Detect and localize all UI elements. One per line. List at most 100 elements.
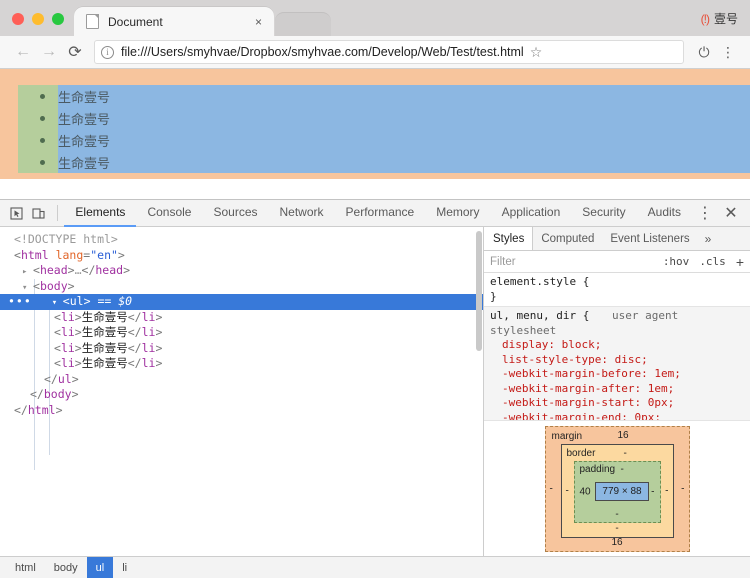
page-info-icon[interactable]: i (101, 46, 114, 59)
css-rules-area: element.style { } ul, menu, dir { user a… (484, 273, 750, 420)
doctype-label: <!DOCTYPE html> (14, 232, 118, 246)
tab-performance[interactable]: Performance (335, 200, 426, 227)
hover-state-button[interactable]: :hov (663, 255, 690, 268)
tab-styles[interactable]: Styles (484, 227, 533, 250)
padding-right-value[interactable]: - (651, 486, 654, 497)
padding-top-value[interactable]: - (621, 464, 624, 475)
back-icon[interactable]: ← (10, 39, 36, 65)
margin-bottom-value[interactable]: 16 (611, 537, 622, 548)
page-unordered-list: 生命壹号 生命壹号 生命壹号 生命壹号 (58, 85, 750, 173)
inspect-element-icon[interactable] (6, 200, 28, 226)
tab-computed[interactable]: Computed (533, 227, 602, 250)
dom-row-li[interactable]: <li>生命壹号</li> (0, 325, 483, 341)
breadcrumb-item-body[interactable]: body (45, 557, 87, 578)
margin-left-value[interactable]: - (550, 483, 553, 494)
css-property: -webkit-margin-end (502, 411, 621, 421)
dom-row-body-open[interactable]: ▾<body> (0, 279, 483, 295)
forward-icon[interactable]: → (36, 39, 62, 65)
css-property: -webkit-margin-before (502, 367, 641, 380)
border-right-value[interactable]: - (665, 485, 668, 496)
new-style-rule-button[interactable]: + (736, 254, 744, 270)
box-model-content[interactable]: 779 × 88 (595, 482, 649, 501)
box-model-border[interactable]: border - - - - padding - - 40 - (561, 444, 674, 538)
browser-tab[interactable]: Document × (74, 7, 274, 36)
bullet-icon (40, 116, 45, 121)
bookmark-star-icon[interactable]: ☆ (530, 44, 543, 61)
more-tabs-icon[interactable]: » (698, 227, 719, 250)
close-window-button[interactable] (12, 13, 24, 25)
css-rule-element-style[interactable]: element.style { } (484, 273, 750, 306)
tab-sources[interactable]: Sources (202, 200, 268, 227)
css-declaration[interactable]: -webkit-margin-after: 1em; (490, 382, 750, 397)
account-area[interactable]: (!) 壹号 (701, 10, 750, 36)
tab-security[interactable]: Security (571, 200, 636, 227)
styles-filter-input[interactable]: Filter (490, 256, 653, 268)
border-bottom-value[interactable]: - (615, 523, 618, 534)
css-value: 0px (648, 396, 668, 409)
dom-row-html-close[interactable]: </html> (0, 403, 483, 419)
dom-tree-scrollbar[interactable] (476, 231, 482, 351)
padding-left-value[interactable]: 40 (580, 486, 591, 497)
close-icon[interactable]: × (251, 14, 266, 30)
list-item: 生命壹号 (58, 129, 750, 151)
tab-network[interactable]: Network (269, 200, 335, 227)
tab-application[interactable]: Application (491, 200, 572, 227)
dom-row-li[interactable]: <li>生命壹号</li> (0, 356, 483, 372)
tab-event-listeners[interactable]: Event Listeners (602, 227, 697, 250)
dom-breadcrumb: html body ul li (0, 556, 750, 578)
element-classes-button[interactable]: .cls (699, 255, 726, 268)
dom-row-doctype[interactable]: <!DOCTYPE html> (0, 232, 483, 248)
open-brace: { (583, 275, 590, 288)
address-bar[interactable]: i file:///Users/smyhvae/Dropbox/smyhvae.… (94, 40, 684, 64)
power-icon[interactable]: ⏻ (692, 40, 716, 64)
css-value: block (562, 338, 595, 351)
dom-row-ul-close[interactable]: </ul> (0, 372, 483, 388)
breadcrumb-item-html[interactable]: html (6, 557, 45, 578)
css-rule-user-agent[interactable]: ul, menu, dir { user agent stylesheet di… (484, 306, 750, 420)
dom-tree-panel: <!DOCTYPE html> <html lang="en"> ▸<head>… (0, 227, 484, 556)
padding-bottom-value[interactable]: - (615, 509, 618, 520)
dom-row-head[interactable]: ▸<head>…</head> (0, 263, 483, 279)
css-value: 0px (634, 411, 654, 421)
dom-row-ul-selected[interactable]: •••▾<ul> == $0 (0, 294, 483, 310)
more-options-icon[interactable]: ••• (0, 294, 38, 308)
dom-row-html-open[interactable]: <html lang="en"> (0, 248, 483, 264)
minimize-window-button[interactable] (32, 13, 44, 25)
css-declaration[interactable]: display: block; (490, 338, 750, 353)
open-brace: { (583, 309, 590, 322)
css-property: display (502, 338, 548, 351)
reload-icon[interactable]: ⟳ (62, 39, 88, 65)
devtools-close-icon[interactable]: ✕ (718, 200, 744, 226)
css-declaration[interactable]: list-style-type: disc; (490, 353, 750, 368)
css-property: list-style-type (502, 353, 601, 366)
dom-row-li[interactable]: <li>生命壹号</li> (0, 341, 483, 357)
margin-label: margin (552, 431, 583, 442)
bullet-icon (40, 160, 45, 165)
margin-top-value[interactable]: 16 (618, 430, 629, 441)
css-declaration[interactable]: -webkit-margin-before: 1em; (490, 367, 750, 382)
tab-elements[interactable]: Elements (64, 200, 136, 227)
border-left-value[interactable]: - (566, 485, 569, 496)
css-declaration[interactable]: -webkit-margin-start: 0px; (490, 396, 750, 411)
maximize-window-button[interactable] (52, 13, 64, 25)
box-model-padding[interactable]: padding - - 40 - 779 × 88 (574, 461, 661, 523)
dom-row-body-close[interactable]: </body> (0, 387, 483, 403)
devtools-menu-icon[interactable]: ⋮ (692, 200, 718, 226)
css-declaration[interactable]: -webkit-margin-end: 0px; (490, 411, 750, 421)
border-top-value[interactable]: - (624, 448, 627, 459)
box-model-margin[interactable]: margin 16 16 - - border - - - - padd (545, 426, 690, 552)
device-toolbar-icon[interactable] (28, 200, 50, 226)
tab-memory[interactable]: Memory (425, 200, 490, 227)
tab-console[interactable]: Console (136, 200, 202, 227)
breadcrumb-item-li[interactable]: li (113, 557, 136, 578)
box-model-diagram: margin 16 16 - - border - - - - padd (484, 420, 750, 556)
dom-row-li[interactable]: <li>生命壹号</li> (0, 310, 483, 326)
devtools-toolbar: Elements Console Sources Network Perform… (0, 200, 750, 227)
breadcrumb-item-ul[interactable]: ul (87, 557, 114, 578)
account-name: 壹号 (714, 10, 738, 27)
new-tab-area[interactable] (275, 12, 331, 36)
tab-audits[interactable]: Audits (637, 200, 692, 227)
margin-right-value[interactable]: - (681, 483, 684, 494)
css-value: 1em (654, 367, 674, 380)
chrome-menu-icon[interactable]: ⋮ (716, 40, 740, 64)
